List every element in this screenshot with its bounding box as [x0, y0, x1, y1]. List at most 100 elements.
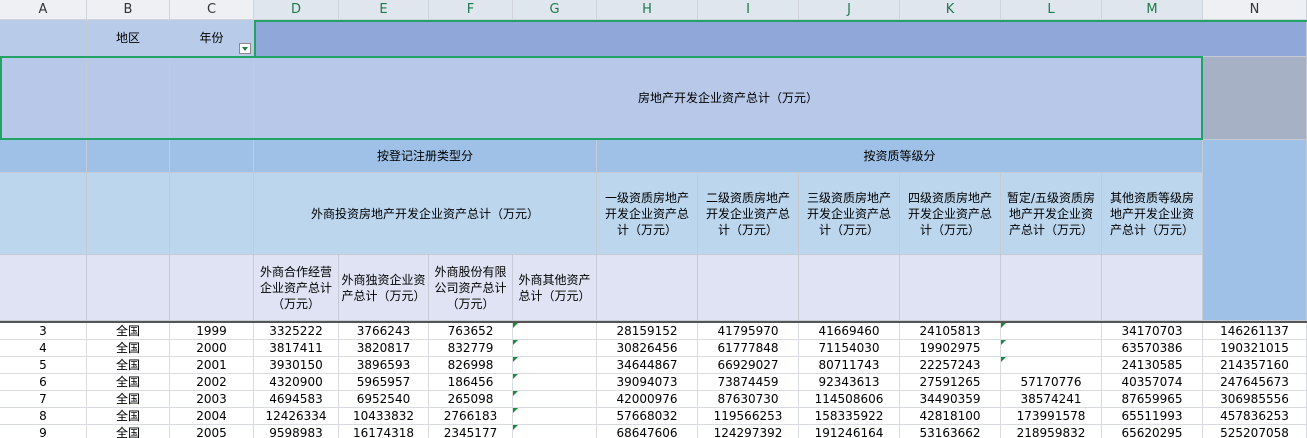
col-header-J[interactable]: J: [799, 0, 900, 20]
data-cell-g-3[interactable]: [513, 323, 597, 340]
data-cell-e-5[interactable]: 3896593: [339, 357, 429, 374]
data-cell-e-7[interactable]: 6952540: [339, 391, 429, 408]
cell-K5[interactable]: [900, 255, 1001, 321]
foreign-share-header[interactable]: 外商股份有限公司资产总计（万元）: [429, 255, 513, 321]
cell-C3[interactable]: [170, 140, 254, 173]
data-cell-h-7[interactable]: 42000976: [597, 391, 698, 408]
cell-B2[interactable]: [87, 57, 170, 140]
qual-level5-header[interactable]: 暂定/五级资质房地产开发企业资产总计（万元）: [1001, 173, 1102, 255]
data-cell-e-8[interactable]: 10433832: [339, 408, 429, 425]
group-by-registration[interactable]: 按登记注册类型分: [254, 140, 597, 173]
data-cell-b-6[interactable]: 全国: [87, 374, 170, 391]
data-cell-n-7[interactable]: 306985556: [1203, 391, 1307, 408]
data-cell-c-5[interactable]: 2001: [170, 357, 254, 374]
data-cell-c-6[interactable]: 2002: [170, 374, 254, 391]
year-header[interactable]: 年份: [170, 20, 254, 57]
col-header-C[interactable]: C: [170, 0, 254, 20]
data-cell-l-9[interactable]: 218959832: [1001, 425, 1102, 438]
data-cell-g-5[interactable]: [513, 357, 597, 374]
data-cell-c-9[interactable]: 2005: [170, 425, 254, 438]
data-cell-h-4[interactable]: 30826456: [597, 340, 698, 357]
data-cell-l-3[interactable]: [1001, 323, 1102, 340]
data-cell-b-7[interactable]: 全国: [87, 391, 170, 408]
cell-B4[interactable]: [87, 173, 170, 255]
col-header-M[interactable]: M: [1102, 0, 1203, 20]
data-cell-a-5[interactable]: 5: [0, 357, 87, 374]
col-header-B[interactable]: B: [87, 0, 170, 20]
data-cell-i-7[interactable]: 87630730: [698, 391, 799, 408]
data-cell-d-5[interactable]: 3930150: [254, 357, 339, 374]
data-cell-f-4[interactable]: 832779: [429, 340, 513, 357]
data-cell-j-9[interactable]: 191246164: [799, 425, 900, 438]
data-cell-m-5[interactable]: 24130585: [1102, 357, 1203, 374]
cell-I5[interactable]: [698, 255, 799, 321]
data-cell-d-6[interactable]: 4320900: [254, 374, 339, 391]
qual-other-header[interactable]: 其他资质等级房地产开发企业资产总计（万元）: [1102, 173, 1203, 255]
data-cell-f-7[interactable]: 265098: [429, 391, 513, 408]
col-header-I[interactable]: I: [698, 0, 799, 20]
data-cell-g-7[interactable]: [513, 391, 597, 408]
data-cell-g-8[interactable]: [513, 408, 597, 425]
data-cell-m-4[interactable]: 63570386: [1102, 340, 1203, 357]
data-cell-i-5[interactable]: 66929027: [698, 357, 799, 374]
data-cell-k-6[interactable]: 27591265: [900, 374, 1001, 391]
data-cell-c-8[interactable]: 2004: [170, 408, 254, 425]
qual-level3-header[interactable]: 三级资质房地产开发企业资产总计（万元）: [799, 173, 900, 255]
data-cell-g-6[interactable]: [513, 374, 597, 391]
data-cell-j-3[interactable]: 41669460: [799, 323, 900, 340]
foreign-investment-total-header[interactable]: 外商投资房地产开发企业资产总计（万元）: [254, 173, 597, 255]
cell-C2[interactable]: [170, 57, 254, 140]
col-header-E[interactable]: E: [339, 0, 429, 20]
data-cell-a-4[interactable]: 4: [0, 340, 87, 357]
data-cell-h-9[interactable]: 68647606: [597, 425, 698, 438]
cell-A4[interactable]: [0, 173, 87, 255]
data-cell-h-8[interactable]: 57668032: [597, 408, 698, 425]
cell-L5[interactable]: [1001, 255, 1102, 321]
data-cell-b-3[interactable]: 全国: [87, 323, 170, 340]
data-cell-d-7[interactable]: 4694583: [254, 391, 339, 408]
data-cell-l-4[interactable]: [1001, 340, 1102, 357]
cell-C5[interactable]: [170, 255, 254, 321]
data-cell-k-7[interactable]: 34490359: [900, 391, 1001, 408]
data-cell-i-4[interactable]: 61777848: [698, 340, 799, 357]
data-cell-j-4[interactable]: 71154030: [799, 340, 900, 357]
col-header-F[interactable]: F: [429, 0, 513, 20]
data-cell-b-8[interactable]: 全国: [87, 408, 170, 425]
col-header-K[interactable]: K: [900, 0, 1001, 20]
cell-N2[interactable]: [1203, 57, 1307, 140]
data-cell-k-4[interactable]: 19902975: [900, 340, 1001, 357]
data-cell-m-6[interactable]: 40357074: [1102, 374, 1203, 391]
data-cell-a-6[interactable]: 6: [0, 374, 87, 391]
data-cell-k-9[interactable]: 53163662: [900, 425, 1001, 438]
data-cell-i-3[interactable]: 41795970: [698, 323, 799, 340]
data-cell-h-6[interactable]: 39094073: [597, 374, 698, 391]
data-cell-m-9[interactable]: 65620295: [1102, 425, 1203, 438]
data-cell-k-3[interactable]: 24105813: [900, 323, 1001, 340]
col-header-G[interactable]: G: [513, 0, 597, 20]
qual-level1-header[interactable]: 一级资质房地产开发企业资产总计（万元）: [597, 173, 698, 255]
data-cell-d-3[interactable]: 3325222: [254, 323, 339, 340]
cell-C4[interactable]: [170, 173, 254, 255]
data-cell-d-9[interactable]: 9598983: [254, 425, 339, 438]
cell-J5[interactable]: [799, 255, 900, 321]
group-by-qualification[interactable]: 按资质等级分: [597, 140, 1203, 173]
region-header[interactable]: 地区: [87, 20, 170, 57]
data-cell-n-3[interactable]: 146261137: [1203, 323, 1307, 340]
data-cell-j-8[interactable]: 158335922: [799, 408, 900, 425]
data-cell-n-9[interactable]: 525207058: [1203, 425, 1307, 438]
data-cell-d-8[interactable]: 12426334: [254, 408, 339, 425]
data-cell-h-3[interactable]: 28159152: [597, 323, 698, 340]
data-cell-i-6[interactable]: 73874459: [698, 374, 799, 391]
data-cell-g-9[interactable]: [513, 425, 597, 438]
cell-A2[interactable]: [0, 57, 87, 140]
data-cell-a-8[interactable]: 8: [0, 408, 87, 425]
data-cell-b-4[interactable]: 全国: [87, 340, 170, 357]
cell-H5[interactable]: [597, 255, 698, 321]
data-cell-j-7[interactable]: 114508606: [799, 391, 900, 408]
data-cell-m-7[interactable]: 87659965: [1102, 391, 1203, 408]
data-cell-a-7[interactable]: 7: [0, 391, 87, 408]
data-cell-n-6[interactable]: 247645673: [1203, 374, 1307, 391]
data-cell-l-5[interactable]: [1001, 357, 1102, 374]
data-cell-c-3[interactable]: 1999: [170, 323, 254, 340]
data-cell-k-5[interactable]: 22257243: [900, 357, 1001, 374]
